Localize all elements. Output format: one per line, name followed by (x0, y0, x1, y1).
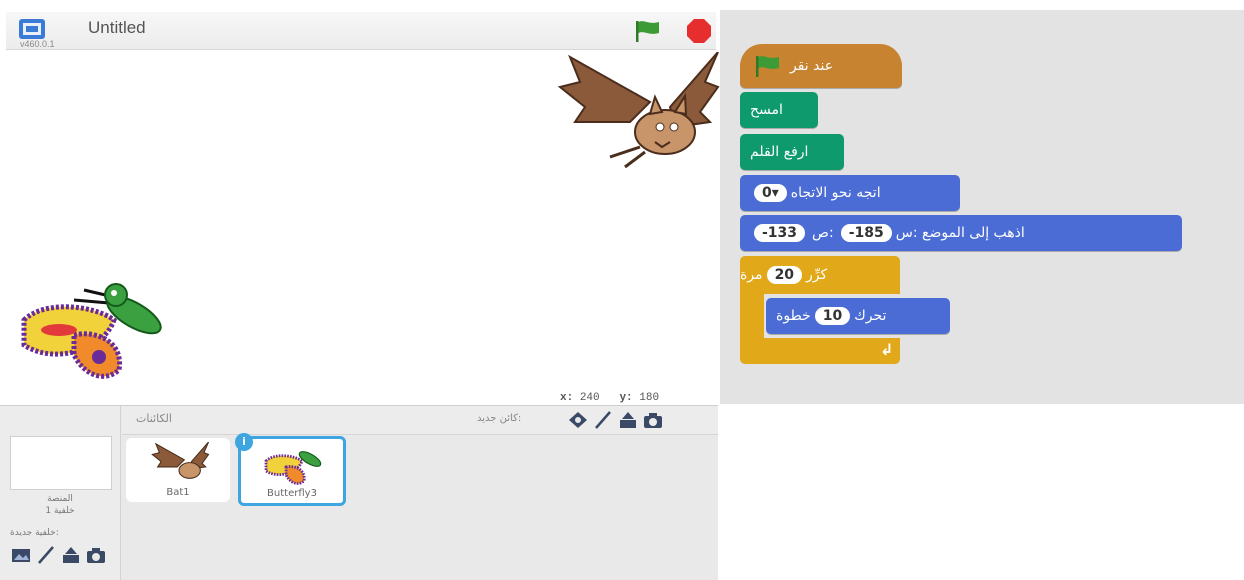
move-steps-block[interactable]: تحرك 10 خطوة (766, 298, 950, 334)
camera-icon[interactable] (642, 410, 664, 430)
loop-arrow-icon: ↲ (880, 340, 894, 359)
point-in-direction-block[interactable]: اتجه نحو الاتجاه 0▾ (740, 175, 960, 211)
y-label: y: (619, 392, 633, 404)
info-icon[interactable]: i (235, 433, 253, 451)
sprites-title: الكائنات (136, 412, 172, 425)
x-input[interactable]: -185 (840, 224, 892, 242)
steps-input[interactable]: 10 (814, 307, 851, 325)
backdrop-tools (10, 544, 110, 564)
stage-label: المنصة (47, 494, 73, 504)
pen-up-block-text: ارفع القلم (750, 144, 809, 160)
sprite-tools (567, 409, 667, 429)
clear-block[interactable]: امسح (740, 92, 818, 128)
sprites-header: الكائنات :كائن جديد (122, 406, 718, 435)
hat-block-text: عند نقر (790, 58, 834, 74)
move-text-before: تحرك (854, 308, 887, 324)
new-sprite-label: :كائن جديد (477, 413, 522, 424)
repeat-block-arm (740, 294, 764, 338)
when-flag-clicked-block[interactable]: عند نقر (740, 44, 902, 88)
pen-up-block[interactable]: ارفع القلم (740, 134, 844, 170)
go-to-xy-block[interactable]: اذهب إلى الموضع :س -185 :ص -133 (740, 215, 1182, 251)
y-label: :ص (812, 225, 834, 241)
butterfly-sprite[interactable] (14, 275, 174, 385)
stage-thumbnail[interactable] (10, 436, 112, 490)
repeat-count-input[interactable]: 20 (766, 266, 803, 284)
repeat-text-after: مرة (740, 267, 763, 283)
stage[interactable] (6, 50, 720, 390)
x-value: 240 (579, 392, 600, 404)
paint-icon[interactable] (567, 410, 589, 430)
sprite-pane: المنصة خلفية 1 :خلفية جديدة الكائنات :كا… (0, 405, 718, 580)
new-backdrop-label: :خلفية جديدة (10, 528, 59, 538)
sprite-card-butterfly3[interactable]: i Butterfly3 (235, 433, 346, 506)
bat-sprite[interactable] (550, 52, 720, 170)
library-icon[interactable] (10, 545, 32, 565)
green-flag-icon[interactable] (632, 18, 662, 44)
move-text-after: خطوة (776, 308, 811, 324)
repeat-header: كرِّر 20 مرة (740, 256, 890, 294)
green-flag-icon (756, 56, 779, 77)
sprite-card-bat1[interactable]: Bat1 (126, 438, 230, 502)
version-label: v460.0.1 (20, 39, 55, 49)
project-title[interactable]: Untitled (88, 18, 146, 38)
bat-thumbnail (151, 442, 210, 479)
brush-icon[interactable] (35, 545, 57, 565)
sprite-name: Bat1 (166, 487, 190, 498)
fullscreen-icon[interactable] (18, 18, 46, 40)
camera-icon[interactable] (85, 545, 107, 565)
sprite-name: Butterfly3 (267, 488, 317, 499)
stop-icon[interactable] (686, 18, 712, 44)
x-label: x: (560, 392, 574, 404)
y-value: 180 (639, 392, 660, 404)
butterfly-thumbnail (264, 451, 322, 485)
mouse-coordinates: x: 240 y: 180 (560, 392, 659, 404)
upload-icon[interactable] (617, 410, 639, 430)
upload-icon[interactable] (60, 545, 82, 565)
repeat-block-bottom (740, 338, 900, 364)
script-area[interactable]: عند نقر امسح ارفع القلم اتجه نحو الاتجاه… (720, 10, 1244, 404)
go-to-text: اذهب إلى الموضع :س (895, 225, 1025, 241)
stage-backdrop-count: خلفية 1 (45, 506, 75, 516)
clear-block-text: امسح (750, 102, 783, 118)
brush-icon[interactable] (592, 410, 614, 430)
direction-dropdown[interactable]: 0▾ (754, 184, 787, 202)
stage-column: المنصة خلفية 1 :خلفية جديدة (0, 406, 121, 580)
point-direction-text: اتجه نحو الاتجاه (790, 185, 881, 201)
stage-header: Untitled v460.0.1 (6, 12, 716, 50)
repeat-text-before: كرِّر (806, 267, 828, 283)
y-input[interactable]: -133 (754, 224, 806, 242)
